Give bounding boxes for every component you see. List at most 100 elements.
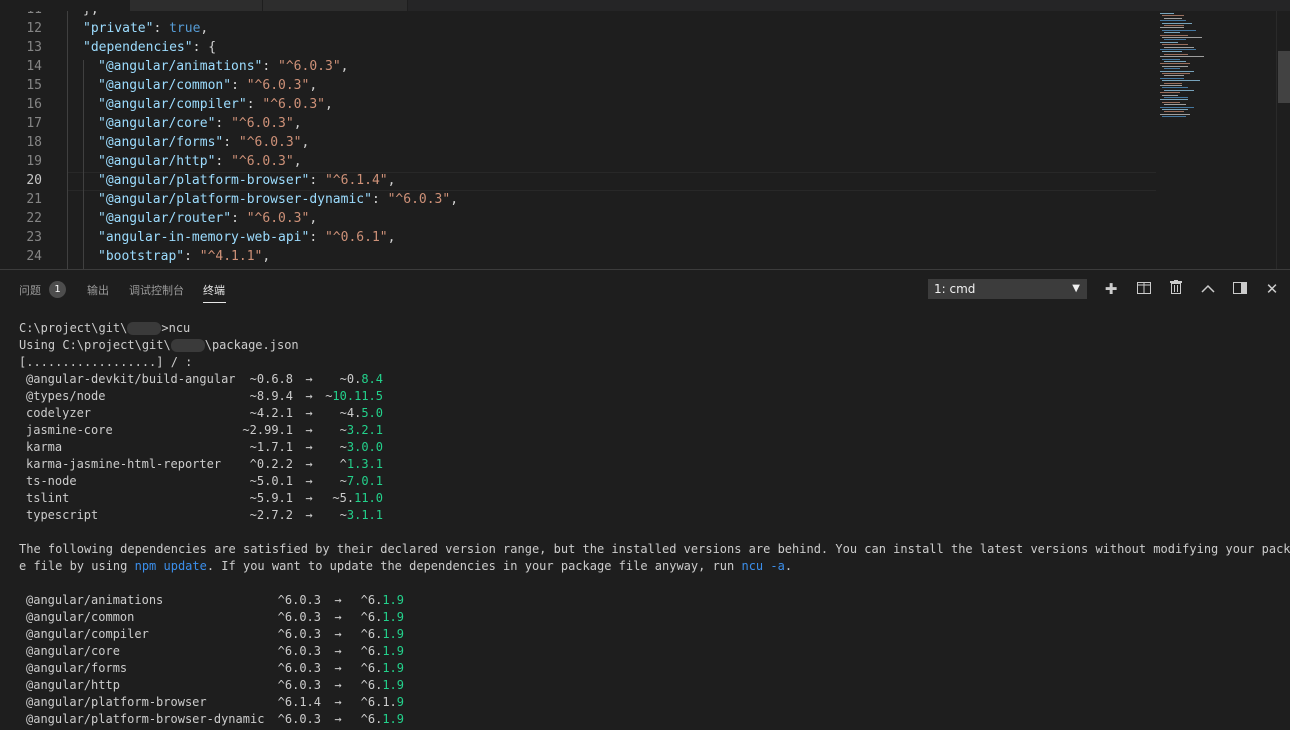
code-line: "@angular/http": "^6.0.3", xyxy=(98,152,302,171)
code-line: "@angular/platform-browser-dynamic": "^6… xyxy=(98,190,458,209)
minimap-line xyxy=(1162,37,1202,38)
minimap-line xyxy=(1160,106,1194,108)
minimap-line xyxy=(1164,53,1188,55)
terminal-row: @angular/animations ^6.0.3 → ^6.1.9 xyxy=(19,592,1281,609)
target-version-changed: 3.1.1 xyxy=(346,508,383,522)
ncu-a-command: ncu -a xyxy=(741,559,785,573)
current-version: ~5.0.1 xyxy=(249,474,293,488)
minimap-line xyxy=(1162,65,1188,67)
target-version-changed: 1.9 xyxy=(382,610,404,624)
minimap-line xyxy=(1160,77,1184,79)
code-token: : xyxy=(215,116,232,131)
scrollbar-thumb[interactable] xyxy=(1278,51,1290,103)
npm-update-command: npm update xyxy=(134,559,207,573)
package-name: codelyzer xyxy=(26,406,92,420)
trash-icon[interactable] xyxy=(1167,280,1185,298)
editor-scrollbar[interactable] xyxy=(1276,11,1290,269)
package-name: typescript xyxy=(26,508,99,522)
plus-icon[interactable]: ✚ xyxy=(1102,280,1120,298)
current-version: ^6.0.3 xyxy=(277,712,321,726)
arrow-icon: → xyxy=(305,474,313,488)
tab-output[interactable]: 输出 xyxy=(87,282,109,298)
arrow-icon: → xyxy=(334,610,342,624)
code-line: "@angular/compiler": "^6.0.3", xyxy=(98,95,333,114)
tab-problems[interactable]: 问题 xyxy=(19,282,41,298)
line-number: 18 xyxy=(26,135,42,150)
code-token: "@angular/router" xyxy=(98,211,232,226)
code-line: "@angular/common": "^6.0.3", xyxy=(98,76,317,95)
current-version: ^6.0.3 xyxy=(277,644,321,658)
target-version-changed: 11.0 xyxy=(354,491,383,505)
minimap[interactable] xyxy=(1156,11,1276,269)
chevron-up-icon[interactable] xyxy=(1199,280,1217,298)
target-version-changed: 5.0 xyxy=(361,406,383,420)
editor-tab[interactable] xyxy=(130,0,263,11)
minimap-line xyxy=(1160,41,1178,43)
minimap-line xyxy=(1160,20,1186,22)
code-token: : xyxy=(231,78,247,93)
terminal-row: karma-jasmine-html-reporter ^0.2.2 → ^1.3.1 xyxy=(19,456,1281,473)
upgrade-table: @angular-devkit/build-angular ~0.6.8 → ~0.8… xyxy=(19,371,1281,524)
minimap-line xyxy=(1160,85,1182,86)
code-token: "@angular/platform-browser" xyxy=(98,173,310,188)
arrow-icon: → xyxy=(305,372,313,386)
tab-terminal[interactable]: 终端 xyxy=(203,282,225,298)
terminal-output[interactable]: C:\project\git\ >ncu Using C:\project\git… xyxy=(19,320,1290,728)
target-version-unchanged: ~4. xyxy=(339,406,362,420)
code-token: : xyxy=(371,192,388,207)
arrow-icon: → xyxy=(334,593,342,607)
terminal-select[interactable]: 1: cmd ▼ xyxy=(928,279,1087,299)
code-editor[interactable]: 11}, 12 "private": true, 13 "dependencies": … xyxy=(0,11,1290,269)
tab-debug-console[interactable]: 调试控制台 xyxy=(129,282,184,298)
minimap-line xyxy=(1162,116,1186,118)
line-number: 20 xyxy=(26,173,42,188)
code-token: : xyxy=(309,173,325,188)
target-version-unchanged: ^6. xyxy=(360,644,383,658)
package-name: ts-node xyxy=(26,474,77,488)
current-version: ^6.0.3 xyxy=(277,593,321,607)
close-icon[interactable]: ✕ xyxy=(1263,280,1281,298)
code-token: true xyxy=(169,21,201,36)
minimap-line xyxy=(1160,49,1196,50)
target-version: ~4.5.0 xyxy=(340,405,383,422)
line-number: 22 xyxy=(26,211,42,226)
minimap-line xyxy=(1162,109,1188,110)
minimap-line xyxy=(1164,32,1180,34)
target-version-unchanged: ~ xyxy=(339,474,347,488)
editor-tab-package-json[interactable] xyxy=(0,0,131,11)
terminal-row: @angular/compiler ^6.0.3 → ^6.1.9 xyxy=(19,626,1281,643)
minimap-line xyxy=(1164,39,1186,41)
minimap-line xyxy=(1160,92,1180,94)
target-version-changed: 8.4 xyxy=(361,372,383,386)
code-token: : xyxy=(153,21,170,36)
line-number: 13 xyxy=(26,40,42,55)
code-token: , xyxy=(200,21,209,36)
code-token: , xyxy=(309,211,318,226)
line-number: 16 xyxy=(26,97,42,112)
minimap-line xyxy=(1164,68,1180,70)
code-token: "@angular/platform-browser-dynamic" xyxy=(98,192,372,207)
target-version-unchanged: ~ xyxy=(339,508,347,522)
code-line: "@angular/animations": "^6.0.3", xyxy=(98,57,348,76)
editor-tab[interactable] xyxy=(263,0,408,11)
package-name: tslint xyxy=(26,491,70,505)
arrow-icon: → xyxy=(305,491,313,505)
code-token: , xyxy=(387,230,396,245)
package-name: @types/node xyxy=(26,389,106,403)
code-token: , xyxy=(387,173,396,188)
code-token: "^6.0.3" xyxy=(246,211,310,226)
code-token: "^6.0.3" xyxy=(231,116,294,131)
minimap-line xyxy=(1164,89,1194,91)
target-version-unchanged: ^6.1. xyxy=(360,695,397,709)
bottom-panel: 问题 1 输出 调试控制台 终端 1: cmd ▼ ✚ ✕ C:\project… xyxy=(0,269,1290,730)
target-version-unchanged: ^ xyxy=(339,457,347,471)
arrow-icon: → xyxy=(334,678,342,692)
panel-layout-icon[interactable] xyxy=(1231,280,1249,298)
split-icon[interactable] xyxy=(1135,280,1153,298)
redacted-text xyxy=(127,322,162,335)
code-token: "@angular/animations" xyxy=(98,59,263,74)
chevron-down-icon: ▼ xyxy=(1072,283,1080,294)
arrow-icon: → xyxy=(334,695,342,709)
target-version-unchanged: ^6. xyxy=(360,593,383,607)
